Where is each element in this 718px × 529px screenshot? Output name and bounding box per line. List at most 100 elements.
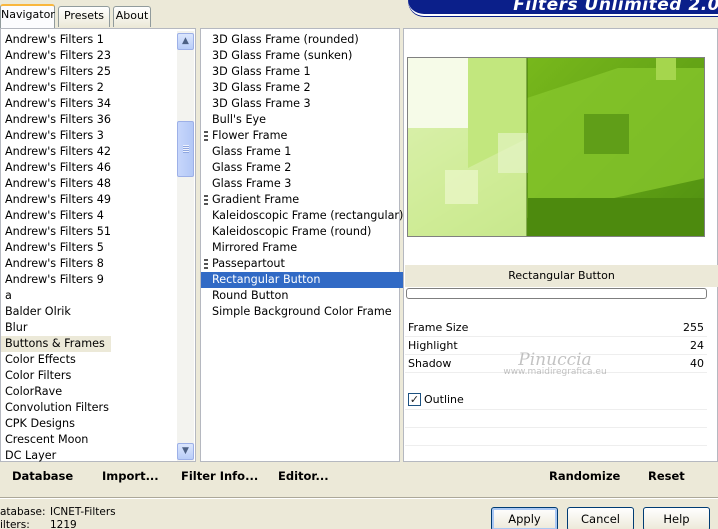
category-item[interactable]: Blur	[1, 320, 111, 336]
category-item[interactable]: Buttons & Frames	[1, 336, 112, 352]
filter-pane: 3D Glass Frame (rounded) 3D Glass Frame (…	[200, 28, 404, 462]
filter-item-label: Passepartout	[212, 257, 285, 270]
filter-item[interactable]: 3D Glass Frame 2	[201, 80, 403, 96]
help-button[interactable]: Help	[643, 507, 710, 529]
category-item[interactable]: Andrew's Filters 36	[1, 112, 111, 128]
filter-item[interactable]: Glass Frame 2	[201, 160, 403, 176]
preview-image	[407, 57, 705, 237]
category-scrollbar[interactable]: ▲ ▼	[177, 31, 194, 461]
param-shadow[interactable]: Shadow 40	[405, 355, 707, 373]
filter-item[interactable]: 3D Glass Frame 3	[201, 96, 403, 112]
outline-checkbox[interactable]: ✓	[408, 393, 421, 406]
filter-item[interactable]: 3D Glass Frame (sunken)	[201, 48, 403, 64]
category-pane: Andrew's Filters 1 Andrew's Filters 23 And…	[0, 28, 196, 462]
filter-item[interactable]: Kaleidoscopic Frame (rectangular)	[201, 208, 403, 224]
cancel-button[interactable]: Cancel	[567, 507, 634, 529]
category-item[interactable]: Andrew's Filters 46	[1, 160, 111, 176]
randomize-button[interactable]: Randomize	[549, 469, 620, 487]
category-item[interactable]: Andrew's Filters 42	[1, 144, 111, 160]
category-item[interactable]: Andrew's Filters 2	[1, 80, 111, 96]
filter-item-label: Gradient Frame	[212, 193, 300, 206]
import-button[interactable]: Import...	[102, 469, 159, 487]
database-info-label: atabase:	[0, 506, 46, 518]
filter-item-label: Glass Frame 3	[212, 177, 292, 190]
category-item[interactable]: Andrew's Filters 9	[1, 272, 111, 288]
category-item[interactable]: Andrew's Filters 51	[1, 224, 111, 240]
filter-item-label: 3D Glass Frame 3	[212, 97, 311, 110]
tab-navigator[interactable]: Navigator	[0, 4, 55, 28]
reset-button[interactable]: Reset	[648, 469, 685, 487]
filter-item[interactable]: Mirrored Frame	[201, 240, 403, 256]
preview-graphic	[408, 58, 704, 236]
filter-item[interactable]: Gradient Frame	[201, 192, 403, 208]
category-item[interactable]: Andrew's Filters 49	[1, 192, 111, 208]
category-item[interactable]: DC Layer	[1, 448, 111, 464]
param-label: Frame Size	[408, 321, 469, 334]
filter-item[interactable]: Bull's Eye	[201, 112, 403, 128]
tab-about[interactable]: About	[113, 6, 151, 27]
filter-item-label: 3D Glass Frame (sunken)	[212, 49, 353, 62]
filter-item[interactable]: Glass Frame 1	[201, 144, 403, 160]
param-value[interactable]: 40	[690, 355, 704, 373]
filter-item[interactable]: Passepartout	[201, 256, 403, 272]
category-item[interactable]: Convolution Filters	[1, 400, 111, 416]
category-item[interactable]: Andrew's Filters 25	[1, 64, 111, 80]
apply-button[interactable]: Apply	[491, 507, 558, 529]
category-item[interactable]: Crescent Moon	[1, 432, 111, 448]
filter-item-label: Simple Background Color Frame	[212, 305, 392, 318]
editor-button[interactable]: Editor...	[278, 469, 329, 487]
param-frame-size[interactable]: Frame Size 255	[405, 319, 707, 337]
scroll-down-icon[interactable]: ▼	[177, 443, 194, 460]
filter-item-label: Flower Frame	[212, 129, 288, 142]
scroll-up-icon[interactable]: ▲	[177, 33, 194, 50]
grip-icon	[204, 195, 208, 205]
divider	[0, 497, 718, 499]
category-item[interactable]: a	[1, 288, 111, 304]
filter-item[interactable]: 3D Glass Frame 1	[201, 64, 403, 80]
param-value[interactable]: 24	[690, 337, 704, 355]
param-label: Shadow	[408, 357, 452, 370]
filter-item[interactable]: Simple Background Color Frame	[201, 304, 403, 320]
filter-item[interactable]: 3D Glass Frame (rounded)	[201, 32, 403, 48]
outline-label: Outline	[424, 393, 464, 406]
filter-item[interactable]: Kaleidoscopic Frame (round)	[201, 224, 403, 240]
category-item[interactable]: CPK Designs	[1, 416, 111, 432]
category-item[interactable]: Andrew's Filters 5	[1, 240, 111, 256]
category-item[interactable]: Color Effects	[1, 352, 111, 368]
param-value[interactable]: 255	[683, 319, 704, 337]
progress-bar	[406, 288, 707, 299]
category-item[interactable]: ColorRave	[1, 384, 111, 400]
category-item[interactable]: Andrew's Filters 48	[1, 176, 111, 192]
app-title: Filters Unlimited 2.0	[513, 0, 718, 15]
param-highlight[interactable]: Highlight 24	[405, 337, 707, 355]
outline-row[interactable]: ✓ Outline	[405, 391, 707, 410]
category-item[interactable]: Andrew's Filters 34	[1, 96, 111, 112]
grip-icon	[204, 259, 208, 269]
filter-item-label: Glass Frame 2	[212, 161, 292, 174]
category-item[interactable]: Balder Olrik	[1, 304, 111, 320]
category-item[interactable]: Andrew's Filters 8	[1, 256, 111, 272]
filters-info-label: ilters:	[0, 519, 30, 529]
category-item[interactable]: Andrew's Filters 3	[1, 128, 111, 144]
category-item[interactable]: Andrew's Filters 4	[1, 208, 111, 224]
category-item[interactable]: Andrew's Filters 23	[1, 48, 111, 64]
category-item[interactable]: Andrew's Filters 1	[1, 32, 111, 48]
tab-presets[interactable]: Presets	[58, 6, 110, 27]
filter-item[interactable]: Rectangular Button	[201, 272, 404, 288]
filter-item-label: 3D Glass Frame 1	[212, 65, 311, 78]
filter-item[interactable]: Glass Frame 3	[201, 176, 403, 192]
filter-info-button[interactable]: Filter Info...	[181, 469, 258, 487]
database-button[interactable]: Database	[12, 469, 73, 487]
filter-item-label: Mirrored Frame	[212, 241, 298, 254]
filter-item-label: Rectangular Button	[212, 273, 321, 286]
filters-info-value: 1219	[50, 519, 77, 529]
category-list: Andrew's Filters 1 Andrew's Filters 23 And…	[1, 32, 112, 464]
category-item[interactable]: Color Filters	[1, 368, 111, 384]
filter-item-label: Kaleidoscopic Frame (rectangular)	[212, 209, 404, 222]
scroll-thumb[interactable]	[177, 121, 194, 177]
grip-icon	[204, 131, 208, 141]
filter-item[interactable]: Round Button	[201, 288, 403, 304]
filter-item-label: Bull's Eye	[212, 113, 267, 126]
filter-item[interactable]: Flower Frame	[201, 128, 403, 144]
filter-name-label: Rectangular Button	[405, 265, 718, 287]
